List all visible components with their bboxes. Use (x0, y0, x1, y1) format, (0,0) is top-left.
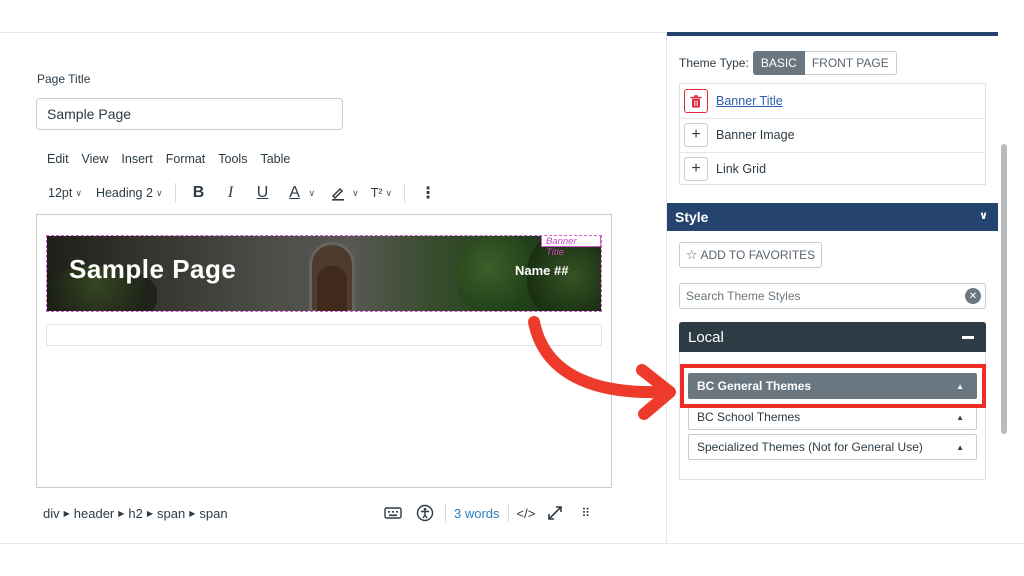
plus-icon[interactable]: + (684, 123, 708, 147)
chevron-down-icon: ∨ (308, 187, 316, 198)
trash-icon[interactable] (684, 89, 708, 113)
chevron-down-icon: ∨ (385, 187, 393, 198)
element-path: div ▶ header ▶ h2 ▶ span ▶ span (43, 506, 228, 521)
menu-format[interactable]: Format (166, 152, 206, 166)
caret-right-icon: ▶ (189, 508, 196, 518)
local-header-label: Local (688, 328, 724, 346)
theme-style-search-input[interactable]: Search Theme Styles ✕ (679, 283, 986, 309)
accordion-label: BC School Themes (697, 410, 801, 424)
superscript-button[interactable]: T² ∨ (371, 186, 392, 200)
sidebar-top-bar (667, 32, 998, 36)
accordion-label: Specialized Themes (Not for General Use) (697, 440, 923, 454)
element-row-banner-image: + Banner Image (680, 118, 985, 152)
sidebar-divider (666, 32, 667, 543)
chevron-down-icon: ∨ (155, 187, 163, 198)
style-section-header[interactable]: Style ∨ (667, 203, 998, 231)
keyboard-icon[interactable] (381, 503, 405, 523)
superscript-icon: T² (370, 186, 383, 200)
accordion-specialized-themes[interactable]: Specialized Themes (Not for General Use)… (688, 434, 977, 460)
editor-toolbar: 12pt ∨ Heading 2 ∨ B I U A ∨ ∨ T² ∨ ⋮ (48, 182, 439, 204)
chevron-down-icon: ∨ (979, 210, 988, 222)
block-format-value: Heading 2 (95, 186, 153, 200)
menu-insert[interactable]: Insert (121, 152, 152, 166)
page-title-label: Page Title (37, 72, 91, 86)
chevron-down-icon: ∨ (352, 187, 359, 198)
more-options-icon[interactable]: ⋮ (417, 182, 439, 204)
star-icon: ☆ (685, 247, 698, 262)
font-size-value: 12pt (48, 186, 73, 200)
plus-icon[interactable]: + (684, 157, 708, 181)
toolbar-separator (404, 183, 406, 203)
banner-title-link[interactable]: Banner Title (716, 94, 783, 108)
caret-up-icon: ▲ (956, 443, 964, 452)
block-format-select[interactable]: Heading 2 ∨ (96, 186, 163, 200)
editor-menubar: Edit View Insert Format Tools Table (47, 152, 290, 166)
local-section-header[interactable]: Local (679, 322, 986, 352)
style-header-label: Style (675, 209, 709, 225)
empty-paragraph[interactable] (46, 324, 602, 346)
underline-button[interactable]: U (252, 182, 274, 204)
text-color-icon: A (289, 184, 300, 201)
toolbar-separator (174, 183, 176, 203)
path-segment[interactable]: span (157, 506, 185, 521)
search-placeholder: Search Theme Styles (686, 289, 801, 303)
text-color-button[interactable]: A ∨ (284, 182, 316, 204)
resize-handle-icon[interactable]: ⠿ (573, 503, 597, 523)
menu-view[interactable]: View (82, 152, 109, 166)
path-segment[interactable]: header (74, 506, 114, 521)
html-editor-toggle[interactable]: </> (517, 506, 536, 521)
statusbar-separator (445, 504, 446, 522)
highlight-color-button[interactable]: ∨ (327, 182, 359, 204)
element-row-link-grid: + Link Grid (680, 152, 985, 186)
theme-type-selector: Theme Type: BASIC FRONT PAGE (679, 51, 897, 75)
annotation-highlight-box (680, 364, 986, 408)
clear-icon[interactable]: ✕ (965, 288, 981, 304)
theme-type-label: Theme Type: (679, 56, 749, 70)
theme-type-front-page-button[interactable]: FRONT PAGE (804, 51, 897, 75)
add-to-favorites-button[interactable]: ☆ ADD TO FAVORITES (679, 242, 822, 268)
banner-image-label: Banner Image (716, 128, 795, 142)
annotation-arrow-icon (528, 316, 676, 420)
caret-right-icon: ▶ (63, 508, 70, 518)
highlighter-icon (327, 182, 349, 204)
banner-name-text[interactable]: Name ## (515, 263, 568, 278)
path-segment[interactable]: h2 (128, 506, 142, 521)
banner-title-text[interactable]: Sample Page (69, 254, 236, 285)
menu-tools[interactable]: Tools (218, 152, 247, 166)
path-segment[interactable]: span (199, 506, 227, 521)
banner-title-tag: Banner Title (541, 236, 601, 258)
bold-button[interactable]: B (188, 182, 210, 204)
accessibility-icon[interactable] (413, 503, 437, 523)
italic-button[interactable]: I (220, 182, 242, 204)
theme-type-basic-button[interactable]: BASIC (752, 51, 805, 75)
banner-block[interactable]: Sample Page Name ## Banner Title (46, 235, 602, 312)
font-size-select[interactable]: 12pt ∨ (48, 186, 82, 200)
add-to-favorites-label: ADD TO FAVORITES (700, 248, 816, 262)
word-count[interactable]: 3 words (454, 506, 500, 521)
collapse-icon[interactable] (962, 336, 974, 339)
statusbar-separator (507, 504, 509, 522)
path-segment[interactable]: div (43, 506, 60, 521)
caret-up-icon: ▲ (956, 413, 964, 422)
caret-right-icon: ▶ (118, 508, 125, 518)
element-row-banner-title: Banner Title (680, 84, 985, 118)
page-title-input[interactable]: Sample Page (36, 98, 343, 130)
editor-statusbar: div ▶ header ▶ h2 ▶ span ▶ span 3 words … (43, 503, 613, 523)
sidebar-scrollbar-thumb[interactable] (1001, 144, 1007, 434)
caret-right-icon: ▶ (146, 508, 154, 518)
statusbar-tools: 3 words </> ⠿ (381, 503, 597, 523)
fullscreen-icon[interactable] (543, 503, 567, 523)
link-grid-label: Link Grid (716, 162, 767, 176)
chevron-down-icon: ∨ (75, 187, 82, 198)
theme-elements-list: Banner Title + Banner Image + Link Grid (679, 83, 986, 185)
bottom-divider (0, 543, 1024, 544)
menu-edit[interactable]: Edit (47, 152, 69, 166)
menu-table[interactable]: Table (260, 152, 290, 166)
